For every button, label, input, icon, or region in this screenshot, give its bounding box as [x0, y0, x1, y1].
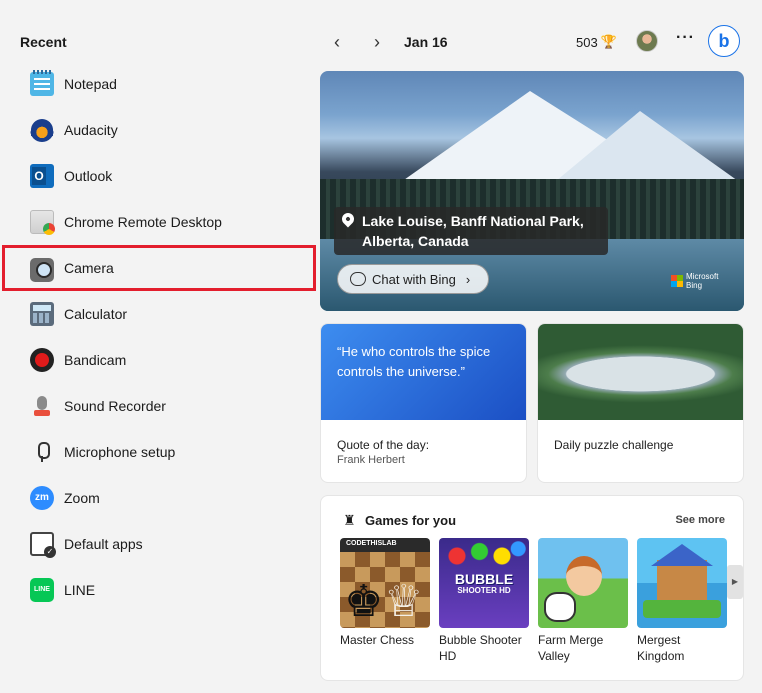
- chat-bubble-icon: [350, 272, 366, 286]
- chevron-right-icon: ›: [465, 271, 471, 287]
- app-item-audacity[interactable]: Audacity: [0, 107, 318, 153]
- farm-merge-thumbnail: [538, 538, 628, 628]
- zoom-icon: zm: [30, 486, 54, 510]
- cow-shape: [544, 592, 576, 622]
- app-label: Notepad: [64, 76, 117, 92]
- app-label: Calculator: [64, 306, 128, 322]
- chat-with-bing-label: Chat with Bing: [372, 271, 456, 287]
- quote-label: Quote of the day:: [337, 438, 430, 452]
- app-label: Chrome Remote Desktop: [64, 214, 222, 230]
- location-caption[interactable]: Lake Louise, Banff National Park, Albert…: [334, 207, 608, 255]
- roof-shape: [651, 544, 713, 566]
- recent-panel: Recent Notepad Audacity Outlook Chrome R…: [0, 0, 318, 693]
- chrome-remote-desktop-icon: [30, 210, 55, 235]
- rewards-points[interactable]: 503 🏆: [576, 34, 617, 50]
- see-more-link[interactable]: See more: [675, 514, 725, 526]
- game-name: Mergest Kingdom: [637, 633, 685, 663]
- app-label: Audacity: [64, 122, 118, 138]
- puzzle-image: [538, 324, 743, 420]
- bandicam-icon: [30, 348, 54, 372]
- back-button[interactable]: ‹: [325, 30, 349, 54]
- game-name: Farm Merge Valley: [538, 633, 604, 663]
- recent-app-list: Notepad Audacity Outlook Chrome Remote D…: [0, 61, 318, 613]
- chess-icon: ♜: [343, 512, 356, 528]
- recent-title: Recent: [20, 34, 67, 50]
- game-tile-bubble-shooter[interactable]: BUBBLE SHOOTER HD Bubble Shooter HD: [439, 538, 529, 664]
- game-tile-mergest-kingdom[interactable]: Mergest Kingdom: [637, 538, 727, 664]
- microsoft-bing-logo: Microsoft Bing: [671, 272, 718, 290]
- bing-button[interactable]: b: [708, 25, 740, 57]
- app-item-outlook[interactable]: Outlook: [0, 153, 318, 199]
- app-label: Outlook: [64, 168, 113, 184]
- puzzle-card[interactable]: Daily puzzle challenge: [537, 323, 744, 483]
- audacity-icon: [30, 118, 54, 142]
- game-name: Bubble Shooter HD: [439, 633, 522, 663]
- thumb-label-2: SHOOTER HD: [457, 586, 511, 595]
- camera-icon: [30, 258, 54, 282]
- app-label: Zoom: [64, 490, 100, 506]
- white-queen-icon: ♕: [384, 577, 424, 626]
- app-item-microphone-setup[interactable]: Microphone setup: [0, 429, 318, 475]
- location-pin-icon: [339, 210, 357, 228]
- microphone-icon: [30, 440, 54, 464]
- farmer-shape: [566, 556, 602, 596]
- notepad-icon: [30, 70, 54, 96]
- app-label: Sound Recorder: [64, 398, 166, 414]
- game-name: Master Chess: [340, 633, 415, 647]
- thumb-label: CODETHISLAB: [346, 540, 397, 547]
- thumb-label: BUBBLE: [454, 571, 514, 587]
- app-item-zoom[interactable]: zm Zoom: [0, 475, 318, 521]
- games-scroll-right-button[interactable]: ▶: [727, 565, 743, 599]
- game-tile-master-chess[interactable]: CODETHISLAB ♚ ♕ Master Chess: [340, 538, 430, 648]
- trophy-icon: 🏆: [600, 34, 617, 49]
- house-shape: [657, 560, 707, 600]
- app-item-camera[interactable]: Camera: [2, 245, 316, 291]
- brand-line1: Microsoft: [686, 272, 719, 281]
- mergest-kingdom-thumbnail: [637, 538, 727, 628]
- more-options-button[interactable]: ···: [676, 29, 695, 47]
- black-king-icon: ♚: [344, 577, 384, 626]
- quote-text: “He who controls the spice controls the …: [321, 324, 526, 420]
- app-item-line[interactable]: LINE LINE: [0, 567, 318, 613]
- calculator-icon: [30, 302, 54, 326]
- location-line1: Lake Louise, Banff National Park,: [362, 213, 584, 229]
- app-item-calculator[interactable]: Calculator: [0, 291, 318, 337]
- quote-author: Frank Herbert: [337, 454, 405, 466]
- games-title: Games for you: [365, 513, 457, 528]
- app-label: Microphone setup: [64, 444, 176, 460]
- caret-right-icon: ▶: [731, 577, 739, 586]
- points-value: 503: [576, 34, 598, 50]
- app-label: Bandicam: [64, 352, 127, 368]
- app-item-bandicam[interactable]: Bandicam: [0, 337, 318, 383]
- app-item-notepad[interactable]: Notepad: [0, 61, 318, 107]
- avatar[interactable]: [636, 30, 658, 52]
- app-item-sound-recorder[interactable]: Sound Recorder: [0, 383, 318, 429]
- puzzle-label: Daily puzzle challenge: [554, 438, 674, 452]
- app-label: LINE: [64, 582, 96, 598]
- quote-card[interactable]: “He who controls the spice controls the …: [320, 323, 527, 483]
- date-label: Jan 16: [404, 34, 448, 50]
- app-item-chrome-remote-desktop[interactable]: Chrome Remote Desktop: [0, 199, 318, 245]
- chevron-left-icon: ‹: [334, 32, 340, 52]
- default-apps-icon: [30, 532, 56, 558]
- brand-line2: Bing: [686, 281, 703, 290]
- master-chess-thumbnail: CODETHISLAB ♚ ♕: [340, 538, 430, 628]
- grass-shape: [643, 600, 721, 618]
- game-tile-farm-merge-valley[interactable]: Farm Merge Valley: [538, 538, 628, 664]
- forward-button[interactable]: ›: [365, 30, 389, 54]
- location-line2: Alberta, Canada: [362, 233, 469, 249]
- bubble-shooter-thumbnail: BUBBLE SHOOTER HD: [439, 538, 529, 628]
- bing-icon: b: [718, 30, 730, 51]
- microsoft-logo-icon: [671, 275, 683, 287]
- chevron-right-icon: ›: [374, 32, 380, 52]
- line-icon: LINE: [30, 578, 54, 602]
- sound-recorder-icon: [30, 394, 54, 418]
- app-label: Camera: [64, 260, 114, 276]
- app-item-default-apps[interactable]: Default apps: [0, 521, 318, 567]
- app-label: Default apps: [64, 536, 143, 552]
- games-card: ♜ Games for you See more CODETHISLAB ♚ ♕…: [320, 495, 744, 681]
- chat-with-bing-button[interactable]: Chat with Bing ›: [337, 264, 489, 294]
- outlook-icon: [30, 164, 54, 188]
